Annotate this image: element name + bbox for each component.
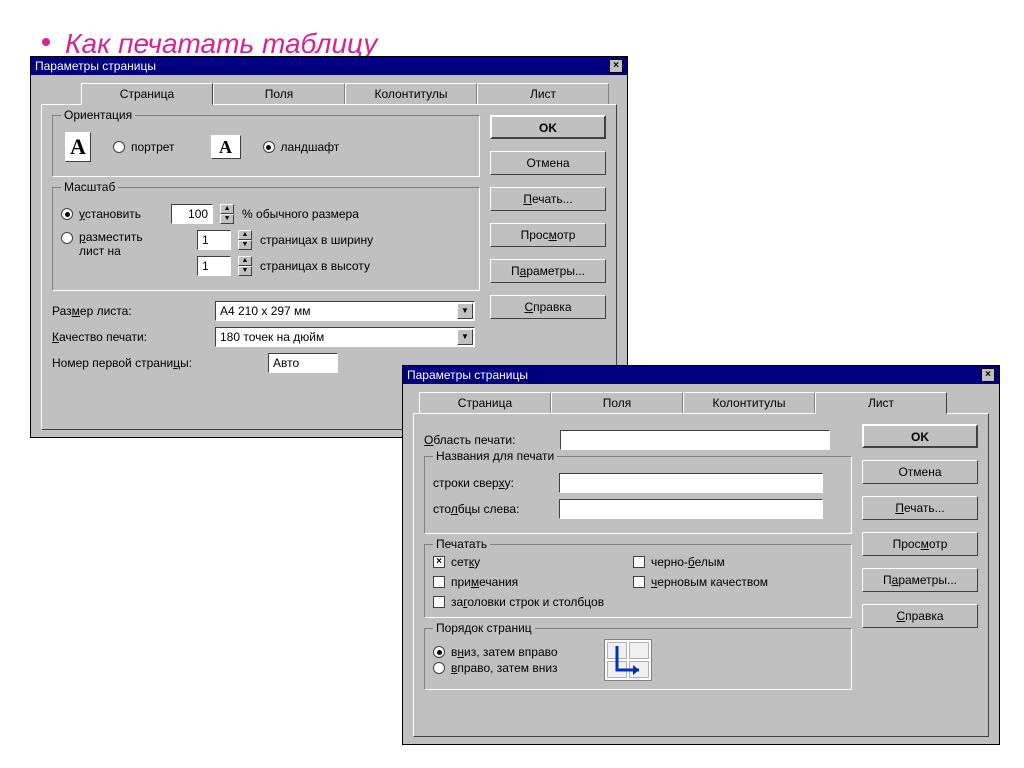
print-button[interactable]: Печать... [862, 496, 978, 520]
orientation-group: Ориентация A портрет A ландшафт [52, 115, 480, 177]
scale-legend: Масштаб [61, 180, 118, 194]
dialog-title: Параметры страницы [407, 366, 528, 384]
chevron-down-icon: ▼ [457, 303, 473, 319]
radio-portrait[interactable]: портрет [113, 140, 175, 154]
fit-wide-input[interactable]: 1 [197, 230, 231, 250]
preview-button[interactable]: Просмотр [490, 223, 606, 247]
tab-margins[interactable]: Поля [213, 83, 345, 105]
print-options-group: Печатать сетку черно-белым примечания че… [424, 544, 852, 618]
page-order-icon [604, 639, 652, 681]
page-order-group: Порядок страниц вниз, затем вправо вправ… [424, 628, 852, 690]
fit-tall-input[interactable]: 1 [197, 256, 231, 276]
check-draft[interactable]: черновым качеством [633, 575, 811, 589]
print-quality-label: Качество печати: [52, 330, 207, 344]
options-button[interactable]: Параметры... [490, 259, 606, 283]
print-titles-legend: Названия для печати [433, 449, 557, 463]
tab-margins[interactable]: Поля [551, 392, 683, 414]
orientation-legend: Ориентация [61, 108, 135, 122]
scale-percent-input[interactable]: 100 [171, 204, 213, 224]
page-setup-dialog-sheet: Параметры страницы × Страница Поля Колон… [402, 365, 1000, 745]
options-button[interactable]: Параметры... [862, 568, 978, 592]
scale-percent-suffix: % обычного размера [242, 207, 359, 221]
radio-order-down[interactable]: вниз, затем вправо [433, 645, 558, 659]
fit-wide-suffix: страницах в ширину [260, 233, 373, 247]
check-notes[interactable]: примечания [433, 575, 611, 589]
print-area-input[interactable] [560, 430, 830, 450]
tab-headers[interactable]: Колонтитулы [683, 392, 815, 414]
bullet-icon [42, 38, 50, 46]
tab-page[interactable]: Страница [419, 392, 551, 414]
help-button[interactable]: Справка [862, 604, 978, 628]
cancel-button[interactable]: Отмена [862, 460, 978, 484]
page-order-legend: Порядок страниц [433, 621, 535, 635]
close-icon[interactable]: × [981, 368, 995, 382]
cancel-button[interactable]: Отмена [490, 151, 606, 175]
tab-headers[interactable]: Колонтитулы [345, 83, 477, 105]
paper-size-label: Размер листа: [52, 304, 207, 318]
first-page-input[interactable]: Авто [268, 353, 338, 373]
cols-left-input[interactable] [559, 499, 823, 519]
ok-button[interactable]: OK [862, 424, 978, 448]
radio-scale-set[interactable]: уустановитьстановить [61, 207, 141, 221]
help-button[interactable]: Справка [490, 295, 606, 319]
tab-panel-sheet: Область печати: Названия для печати стро… [413, 413, 989, 737]
tabs: Страница Поля Колонтитулы Лист [81, 83, 617, 105]
tab-sheet[interactable]: Лист [477, 83, 609, 105]
print-options-legend: Печатать [433, 537, 490, 551]
fit-tall-suffix: страницах в высоту [260, 259, 370, 273]
first-page-label: Номер первой страницы: [52, 356, 260, 370]
preview-button[interactable]: Просмотр [862, 532, 978, 556]
print-titles-group: Названия для печати строки сверху: столб… [424, 456, 852, 534]
radio-landscape[interactable]: ландшафт [263, 140, 340, 154]
paper-size-select[interactable]: A4 210 x 297 мм▼ [215, 301, 475, 321]
fit-wide-spinner[interactable]: ▲▼ [238, 230, 252, 250]
check-bw[interactable]: черно-белым [633, 555, 811, 569]
tab-page[interactable]: Страница [81, 83, 213, 105]
print-area-label: Область печати: [424, 433, 552, 447]
chevron-down-icon: ▼ [457, 329, 473, 345]
print-quality-select[interactable]: 180 точек на дюйм▼ [215, 327, 475, 347]
radio-scale-fit[interactable]: разместитьлист на [61, 230, 167, 258]
titlebar[interactable]: Параметры страницы × [31, 57, 627, 75]
rows-top-label: строки сверху: [433, 476, 551, 490]
print-button[interactable]: Печать... [490, 187, 606, 211]
cols-left-label: столбцы слева: [433, 502, 551, 516]
scale-percent-spinner[interactable]: ▲▼ [220, 204, 234, 224]
tab-sheet[interactable]: Лист [815, 392, 947, 414]
check-gridlines[interactable]: сетку [433, 555, 611, 569]
fit-tall-spinner[interactable]: ▲▼ [238, 256, 252, 276]
check-headings[interactable]: заголовки строк и столбцов [433, 595, 811, 609]
dialog-title: Параметры страницы [35, 57, 156, 75]
landscape-icon: A [211, 135, 241, 159]
tabs: Страница Поля Колонтитулы Лист [419, 392, 989, 414]
portrait-icon: A [65, 132, 91, 162]
ok-button[interactable]: OK [490, 115, 606, 139]
scale-group: Масштаб уустановитьстановить 100▲▼ % обы… [52, 187, 480, 291]
close-icon[interactable]: × [609, 59, 623, 73]
titlebar[interactable]: Параметры страницы × [403, 366, 999, 384]
rows-top-input[interactable] [559, 473, 823, 493]
radio-order-over[interactable]: вправо, затем вниз [433, 661, 558, 675]
